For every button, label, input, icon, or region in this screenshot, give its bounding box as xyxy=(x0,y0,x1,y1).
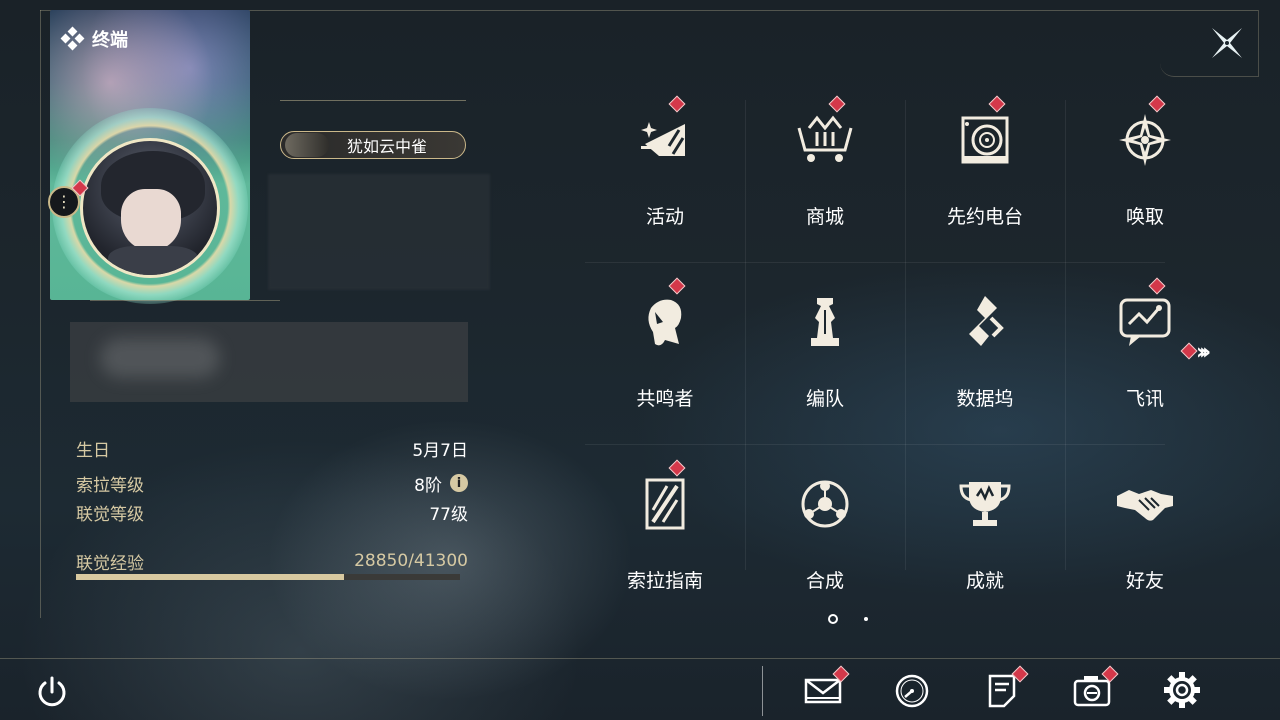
menu-item[interactable]: 好友 xyxy=(1065,454,1225,634)
menu-item[interactable]: 成就 xyxy=(905,454,1065,634)
bottom-separator xyxy=(762,666,763,716)
blurred-info xyxy=(268,174,490,290)
menu-item[interactable]: 合成 xyxy=(745,454,905,634)
power-icon[interactable] xyxy=(34,674,70,710)
close-x-icon[interactable] xyxy=(1208,24,1246,62)
menu-item[interactable]: 索拉指南 xyxy=(585,454,745,634)
menu-item[interactable]: 唤取 xyxy=(1065,90,1225,270)
menu-item-label: 好友 xyxy=(1125,570,1164,592)
handshake-icon xyxy=(1115,474,1175,534)
birthday-label: 生日 xyxy=(76,440,110,461)
menu-item-label: 数据坞 xyxy=(956,388,1014,410)
birthday-value: 5月7日 xyxy=(412,440,468,461)
menu-item[interactable]: 商城 xyxy=(745,90,905,270)
menu-item-label: 索拉指南 xyxy=(626,570,703,592)
menu-item-label: 唤取 xyxy=(1125,206,1164,228)
menu-item-label: 合成 xyxy=(805,570,844,592)
double-chevron-right-icon[interactable]: ››› xyxy=(1196,340,1211,365)
frame-left-line xyxy=(40,10,41,618)
page-indicator xyxy=(828,614,868,624)
union-exp-bar-fill xyxy=(76,574,345,580)
sola-level-value: 8阶 i xyxy=(414,471,468,496)
trophy-icon xyxy=(955,474,1015,534)
compass-icon xyxy=(1115,110,1175,170)
menu-item-label: 飞讯 xyxy=(1125,388,1164,410)
avatar[interactable] xyxy=(80,138,220,278)
name-plate-portrait xyxy=(285,133,329,157)
player-name: 犹如云中雀 xyxy=(347,137,428,156)
guide-book-icon xyxy=(635,474,695,534)
camera-icon[interactable] xyxy=(1072,665,1119,710)
chess-piece-icon xyxy=(795,292,855,352)
terminal-menu-grid: 活动 商城 先约电台 唤取共鸣者 编队 数据坞 飞讯索拉指南 合成 成就 好友 xyxy=(585,90,1175,592)
page-dot-active[interactable] xyxy=(828,614,838,624)
mail-icon[interactable] xyxy=(803,665,850,710)
notice-icon[interactable] xyxy=(982,665,1029,710)
page-title: 终端 xyxy=(92,30,128,51)
profile-divider xyxy=(90,300,280,301)
menu-item-label: 编队 xyxy=(805,388,844,410)
menu-item[interactable]: 先约电台 xyxy=(905,90,1065,270)
menu-item-label: 共鸣者 xyxy=(636,388,694,410)
union-exp-value: 28850/41300 xyxy=(354,551,468,571)
chat-bubble-icon xyxy=(1115,292,1175,352)
shop-cart-icon xyxy=(795,110,855,170)
synthesis-icon xyxy=(795,474,855,534)
info-row-birthday: 生日 5月7日 xyxy=(76,436,468,461)
player-name-plate[interactable]: 犹如云中雀 xyxy=(280,131,466,159)
settings-gear-icon[interactable] xyxy=(1162,670,1206,710)
menu-item[interactable]: 编队 xyxy=(745,272,905,452)
info-icon[interactable]: i xyxy=(450,474,468,492)
union-exp-bar xyxy=(76,574,460,580)
terminal-logo-icon xyxy=(60,26,85,51)
menu-item[interactable]: 数据坞 xyxy=(905,272,1065,452)
terminal-title: 终端 xyxy=(60,26,128,52)
info-row-sola-level: 索拉等级 8阶 i xyxy=(76,471,468,496)
bottom-divider xyxy=(0,658,1280,659)
page-dot[interactable] xyxy=(864,617,868,621)
data-dock-icon xyxy=(955,292,1015,352)
clock-icon[interactable] xyxy=(892,670,936,710)
menu-item[interactable]: 共鸣者 xyxy=(585,272,745,452)
info-row-union-exp: 联觉经验 28850/41300 xyxy=(76,549,468,574)
blurred-signature xyxy=(70,322,468,402)
menu-item-label: 先约电台 xyxy=(946,206,1023,228)
character-head-icon xyxy=(635,292,695,352)
name-divider xyxy=(280,100,466,101)
sparkle-activity-icon xyxy=(635,110,695,170)
union-level-label: 联觉等级 xyxy=(76,504,144,525)
sola-level-label: 索拉等级 xyxy=(76,475,144,496)
radio-icon xyxy=(955,110,1015,170)
menu-item-label: 商城 xyxy=(805,206,844,228)
menu-item-label: 成就 xyxy=(965,570,1004,592)
menu-item[interactable]: 活动 xyxy=(585,90,745,270)
menu-item-label: 活动 xyxy=(645,206,684,228)
union-level-value: 77级 xyxy=(429,504,468,525)
info-row-union-level: 联觉等级 77级 xyxy=(76,500,468,525)
union-exp-label: 联觉经验 xyxy=(76,553,144,574)
